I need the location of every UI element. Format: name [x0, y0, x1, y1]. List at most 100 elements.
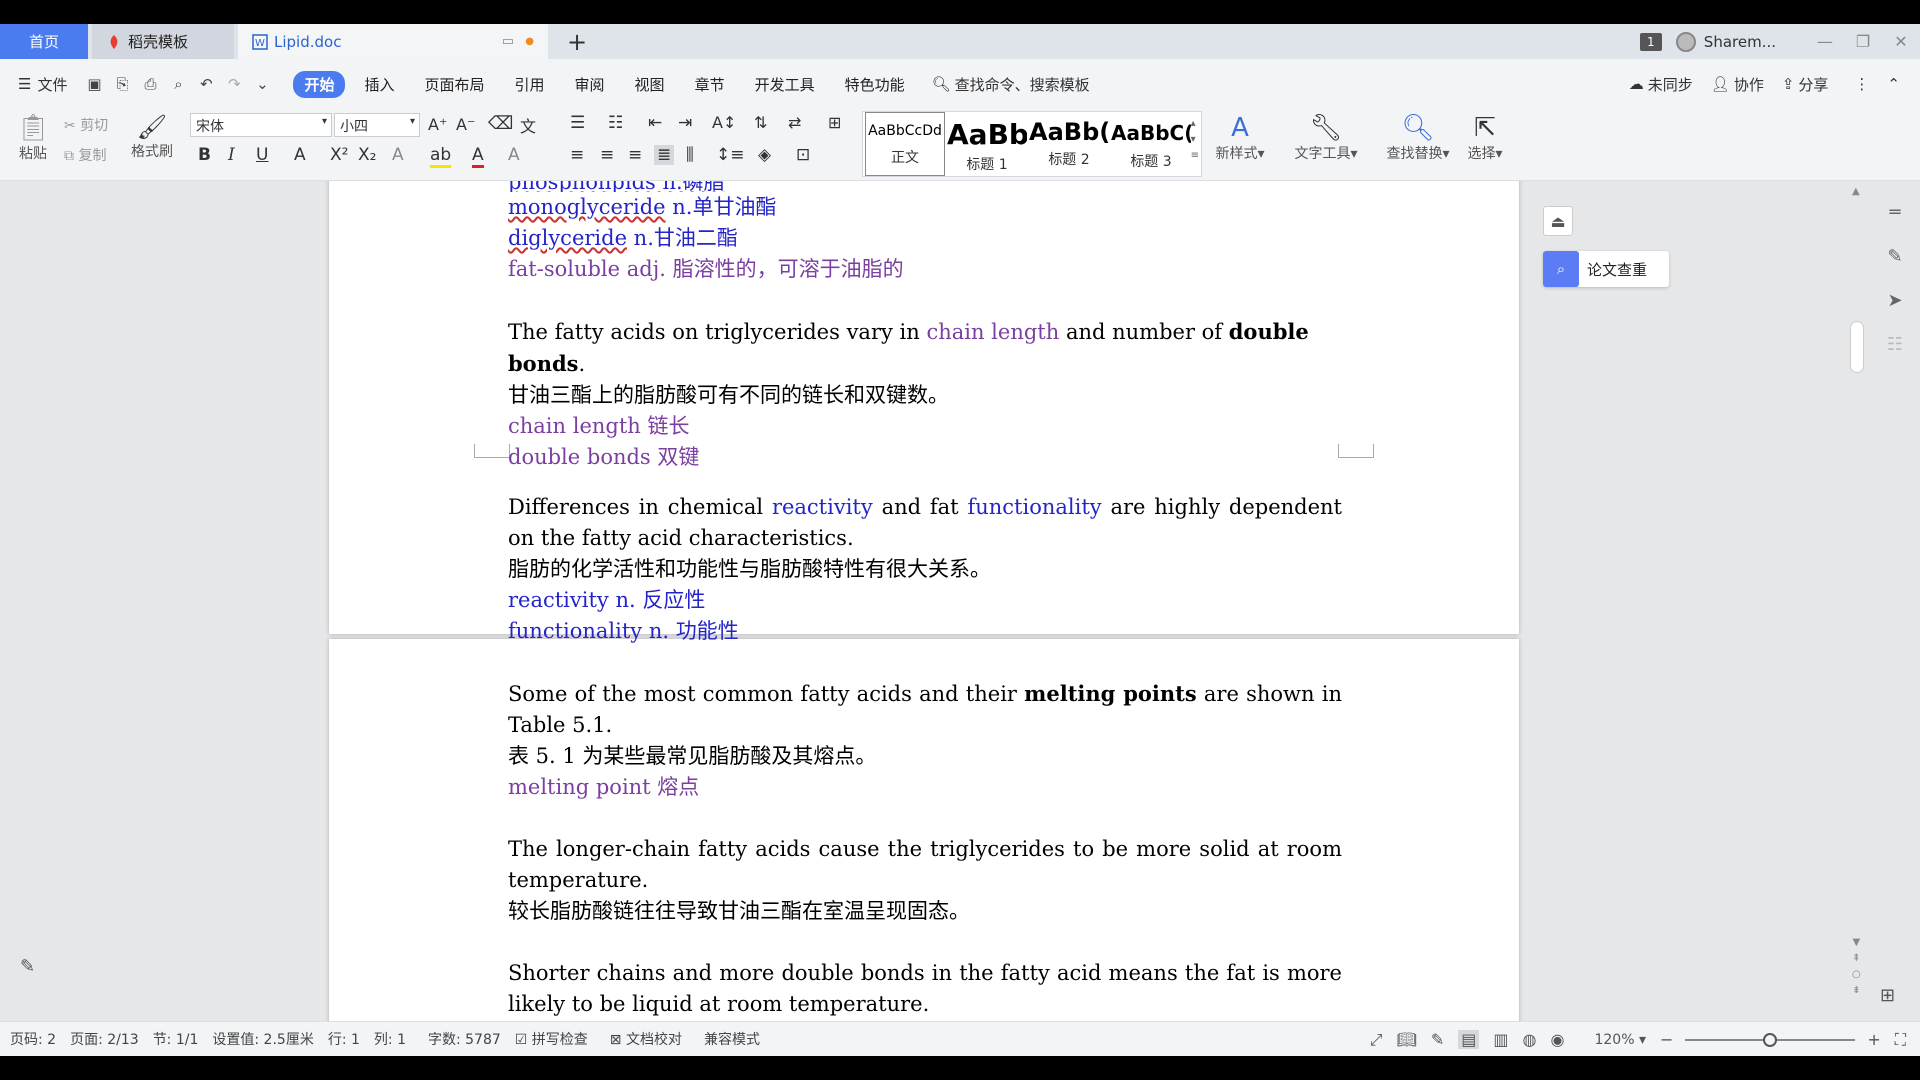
copy-button[interactable]: ⧉ 复制	[64, 145, 106, 165]
collab-button[interactable]: 👤︎ 协作	[1711, 74, 1764, 95]
italic-icon[interactable]: I	[228, 145, 235, 165]
paper-check-button[interactable]: ⌕ 论文查重	[1543, 251, 1669, 287]
edit-mode-icon[interactable]: ✎	[1431, 1030, 1444, 1049]
zoom-out-icon[interactable]: −	[1660, 1030, 1673, 1049]
find-replace-button[interactable]: 🔍︎ 查找替换▾	[1380, 113, 1456, 163]
zoom-slider-knob[interactable]	[1763, 1032, 1778, 1047]
strikethrough-icon[interactable]: A	[294, 145, 306, 165]
font-name-select[interactable]: 宋体 ▾	[190, 113, 332, 137]
menu-home[interactable]: 开始	[293, 70, 346, 98]
minimize-button[interactable]: —	[1806, 32, 1844, 51]
file-menu[interactable]: ☰ 文件	[18, 74, 67, 95]
sort-icon[interactable]: ⇅	[754, 113, 767, 132]
text-effect-icon[interactable]: A	[392, 145, 404, 165]
fit-window-icon[interactable]: ⛶	[1895, 1030, 1906, 1050]
distribute-icon[interactable]: ⫼	[686, 145, 694, 165]
restore-button[interactable]: ❐	[1844, 32, 1882, 51]
page-view-icon[interactable]: ▤	[1458, 1030, 1480, 1049]
customize-toolbar-icon[interactable]: ⌄	[249, 73, 275, 95]
outline-view-icon[interactable]: ▥	[1493, 1030, 1508, 1049]
status-section[interactable]: 节: 1/1	[153, 1029, 199, 1049]
superscript-icon[interactable]: X²	[330, 145, 348, 165]
menu-view[interactable]: 视图	[624, 71, 676, 98]
pin-icon[interactable]: ✎	[20, 956, 35, 977]
align-center-icon[interactable]: ≡	[600, 145, 614, 165]
tab-home[interactable]: 首页	[0, 24, 88, 59]
status-row[interactable]: 行: 1	[328, 1029, 360, 1049]
menu-insert[interactable]: 插入	[353, 71, 405, 98]
scroll-down-icon[interactable]: ▼ ⇞ ○ ⇟	[1852, 935, 1861, 999]
status-words[interactable]: 字数: 5787	[428, 1029, 501, 1049]
increase-indent-icon[interactable]: ⇥	[678, 113, 692, 133]
format-painter-button[interactable]: 🖌︎ 格式刷	[126, 113, 178, 161]
user-account[interactable]: Sharem...	[1675, 31, 1776, 52]
collapse-ribbon-icon[interactable]: ⌃	[1887, 75, 1900, 93]
table-border-icon[interactable]: ⊞	[828, 113, 841, 132]
save-icon[interactable]: ▣	[81, 73, 107, 95]
vertical-scrollbar[interactable]	[1850, 321, 1864, 373]
close-button[interactable]: ✕	[1882, 32, 1920, 51]
menu-page-layout[interactable]: 页面布局	[414, 71, 496, 98]
spell-check-button[interactable]: ☑ 拼写检查	[515, 1029, 588, 1049]
command-search[interactable]: 🔍︎ 查找命令、搜索模板	[932, 74, 1090, 95]
bullet-list-icon[interactable]: ☰	[570, 113, 585, 133]
align-right-icon[interactable]: ≡	[628, 145, 642, 165]
document-text-page1[interactable]: phospholipids n.磷脂 monoglyceride n.单甘油酯 …	[508, 181, 1342, 473]
document-text-page2[interactable]: Differences in chemical reactivity and f…	[508, 492, 1342, 1020]
zoom-level[interactable]: 120% ▾	[1594, 1032, 1646, 1048]
char-shading-icon[interactable]: A	[508, 145, 520, 165]
shrink-font-icon[interactable]: A⁻	[456, 115, 475, 134]
shading-icon[interactable]: ◈	[758, 145, 771, 165]
undo-icon[interactable]: ↶	[193, 73, 219, 95]
menu-chapter[interactable]: 章节	[684, 71, 736, 98]
font-size-select[interactable]: 小四 ▾	[334, 113, 420, 137]
share-button[interactable]: ⇪ 分享	[1782, 74, 1829, 95]
style-normal[interactable]: AaBbCcDd 正文	[865, 112, 945, 176]
eye-protect-icon[interactable]: ◉	[1551, 1030, 1565, 1049]
settings-icon[interactable]: ☷	[1880, 322, 1910, 366]
style-heading-2[interactable]: AaBb( 标题 2	[1029, 112, 1109, 176]
clear-format-icon[interactable]: ⌫	[488, 113, 513, 134]
subscript-icon[interactable]: X₂	[358, 145, 376, 165]
web-view-icon[interactable]: ◍	[1523, 1030, 1537, 1049]
pointer-icon[interactable]: ➤	[1880, 278, 1910, 322]
new-style-button[interactable]: A 新样式▾	[1210, 113, 1270, 163]
zoom-in-icon[interactable]: +	[1867, 1030, 1880, 1049]
tab-document[interactable]: W Lipid.doc ▭ ●	[238, 24, 548, 59]
line-spacing-icon[interactable]: ↕≡	[716, 145, 745, 165]
select-button[interactable]: ⇱ 选择▾	[1462, 113, 1508, 163]
sync-button[interactable]: ☁ 未同步	[1629, 74, 1693, 95]
proofread-button[interactable]: ⊠ 文档校对	[610, 1029, 682, 1049]
text-tools-button[interactable]: 🔧︎ 文字工具▾	[1288, 113, 1364, 163]
style-heading-3[interactable]: AaBbC( 标题 3	[1111, 112, 1191, 176]
justify-icon[interactable]: ≣	[654, 145, 675, 165]
font-color-icon[interactable]: A	[472, 145, 484, 168]
bold-icon[interactable]: B	[198, 145, 211, 165]
redo-icon[interactable]: ↷	[221, 73, 247, 95]
monitor-icon[interactable]: ▭	[502, 34, 514, 49]
menu-references[interactable]: 引用	[504, 71, 556, 98]
fullscreen-icon[interactable]: ⤢	[1370, 1030, 1383, 1050]
borders-icon[interactable]: ⊡	[796, 145, 810, 165]
side-panel-toggle-icon[interactable]: ⏏	[1543, 206, 1573, 236]
text-direction-icon[interactable]: A↕	[712, 113, 736, 132]
line-wrap-icon[interactable]: ⇄	[788, 113, 801, 132]
menu-special[interactable]: 特色功能	[834, 71, 916, 98]
output-icon[interactable]: ⎘	[109, 73, 135, 95]
print-preview-icon[interactable]: ⌕	[165, 73, 191, 95]
status-page-code[interactable]: 页码: 2	[10, 1029, 56, 1049]
tab-template[interactable]: 稻壳模板	[92, 24, 234, 59]
pen-icon[interactable]: ✎	[1880, 234, 1910, 278]
read-mode-icon[interactable]: 📖︎	[1397, 1030, 1417, 1049]
style-heading-1[interactable]: AaBb 标题 1	[947, 112, 1027, 176]
status-page[interactable]: 页面: 2/13	[70, 1029, 139, 1049]
style-gallery-scroll-icon[interactable]: ▴ ▾ ≡	[1191, 116, 1199, 164]
window-count-badge[interactable]: 1	[1639, 32, 1662, 51]
decrease-indent-icon[interactable]: ⇤	[648, 113, 662, 133]
grid-icon[interactable]: ⊞	[1880, 985, 1895, 1006]
zoom-slider[interactable]	[1685, 1032, 1856, 1047]
paste-button[interactable]: 📋︎ 粘贴	[12, 113, 54, 163]
align-left-icon[interactable]: ≡	[570, 145, 584, 165]
cut-button[interactable]: ✂ 剪切	[64, 115, 108, 135]
underline-icon[interactable]: U	[256, 145, 268, 165]
